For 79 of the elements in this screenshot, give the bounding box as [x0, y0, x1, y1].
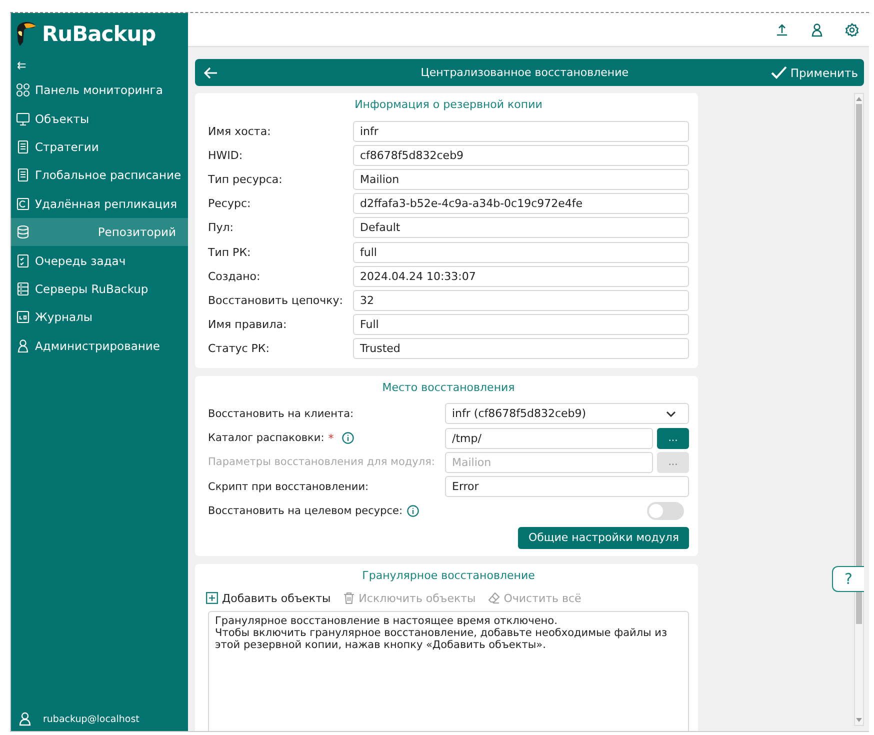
- eraser-icon: [488, 592, 500, 604]
- field-label: Восстановить на целевом ресурсе:: [208, 504, 403, 517]
- user-name: rubackup@localhost: [43, 714, 140, 724]
- sidebar-item[interactable]: Серверы RuBackup: [11, 274, 188, 304]
- browse-button[interactable]: ...: [657, 428, 689, 449]
- log-icon: [16, 310, 30, 324]
- sidebar-item[interactable]: Администрирование: [11, 332, 188, 360]
- info-icon[interactable]: [406, 504, 419, 517]
- input-field[interactable]: Full: [353, 314, 689, 336]
- field-label: Пул:: [208, 221, 235, 234]
- message-text: Гранулярное восстановление в настоящее время отключено.: [215, 614, 558, 627]
- info-icon[interactable]: [342, 432, 354, 444]
- replication-icon: [16, 196, 30, 211]
- input-field[interactable]: infr: [353, 120, 689, 142]
- dropdown[interactable]: infr (cf8678f5d832ceb9): [445, 403, 689, 424]
- message-text: Чтобы включить гранулярное восстановление, добавьте необходимые файлы из этой резервной копии, нажав кнопку «Добавить объекты».: [215, 626, 668, 651]
- field-label: Ресурс:: [208, 197, 252, 210]
- section-title: Гранулярное восстановление: [361, 568, 536, 582]
- user-icon[interactable]: [811, 22, 823, 36]
- module-settings-button[interactable]: Общие настройки модуля: [518, 526, 689, 549]
- toucan-logo-icon: [14, 20, 38, 48]
- toggle-switch[interactable]: [647, 502, 684, 520]
- field-label: Статус РК:: [208, 342, 270, 356]
- section-title: Информация о резервной копии: [354, 98, 544, 111]
- input-field[interactable]: Error: [445, 476, 689, 498]
- field-label: Имя правила:: [208, 318, 288, 332]
- input-field[interactable]: 32: [353, 290, 689, 311]
- field-label: Тип ресурса:: [208, 172, 284, 186]
- user-icon: [19, 712, 31, 726]
- sidebar-item[interactable]: Глобальное расписание: [11, 161, 188, 190]
- add-objects-button[interactable]: Добавить объекты: [206, 592, 331, 605]
- field-label: Каталог распаковки:: [208, 432, 324, 444]
- field-label: HWID:: [208, 148, 244, 162]
- user-icon: [16, 338, 30, 353]
- field-label: Восстановить на клиента:: [208, 408, 354, 420]
- field-label: Создано:: [208, 270, 262, 283]
- field-label: Параметры восстановления для модуля:: [208, 456, 435, 468]
- trash-icon: [342, 592, 355, 604]
- field-label: Имя хоста:: [208, 124, 272, 138]
- document-icon: [16, 140, 30, 154]
- settings-icon[interactable]: [845, 22, 859, 36]
- back-arrow-icon[interactable]: [204, 66, 218, 78]
- document-icon: [16, 168, 30, 182]
- scrollbar[interactable]: [854, 93, 864, 726]
- sidebar-item[interactable]: Стратегии: [11, 132, 188, 162]
- grid-icon: [16, 83, 30, 98]
- input-field[interactable]: Trusted: [353, 338, 689, 360]
- sidebar-item[interactable]: Панель мониторинга: [11, 76, 188, 104]
- checklist-icon: [16, 254, 30, 268]
- help-button[interactable]: ?: [832, 566, 864, 592]
- field-label: Скрипт при восстановлении:: [208, 480, 369, 493]
- input-field[interactable]: Mailion: [353, 168, 689, 190]
- sidebar-item[interactable]: Очередь задач: [11, 246, 188, 275]
- logo-text: RuBackup: [42, 22, 156, 46]
- upload-icon[interactable]: [775, 22, 789, 36]
- section-title: Место восстановления: [381, 380, 516, 394]
- sidebar-item[interactable]: Репозиторий: [11, 218, 188, 246]
- scroll-up-icon[interactable]: [855, 96, 863, 102]
- server-icon: [16, 282, 30, 296]
- input-field[interactable]: full: [353, 242, 689, 263]
- plus-icon: [206, 592, 218, 604]
- monitor-icon: [16, 112, 30, 126]
- sidebar-item[interactable]: Удалённая репликация: [11, 190, 188, 218]
- input-field[interactable]: 2024.04.24 10:33:07: [353, 266, 689, 287]
- apply-button[interactable]: Применить: [771, 66, 858, 80]
- scroll-down-icon[interactable]: [855, 717, 863, 723]
- sidebar-item[interactable]: Журналы: [11, 303, 188, 332]
- field-label: Восстановить цепочку:: [208, 294, 344, 307]
- checkmark-icon: [771, 66, 788, 79]
- required-mark: *: [328, 432, 334, 445]
- field-label: Тип РК:: [208, 246, 252, 259]
- sidebar-item[interactable]: Объекты: [11, 104, 188, 133]
- database-icon: [16, 225, 30, 240]
- input-field[interactable]: cf8678f5d832ceb9: [353, 144, 689, 166]
- page-title: Централизованное восстановление: [420, 66, 630, 79]
- input-field[interactable]: Default: [353, 217, 689, 238]
- chevron-down-icon: [666, 410, 676, 417]
- input-field[interactable]: /tmp/: [445, 428, 653, 449]
- input-field[interactable]: d2ffafa3-b52e-4c9a-a34b-0c19c972e4fe: [353, 193, 689, 214]
